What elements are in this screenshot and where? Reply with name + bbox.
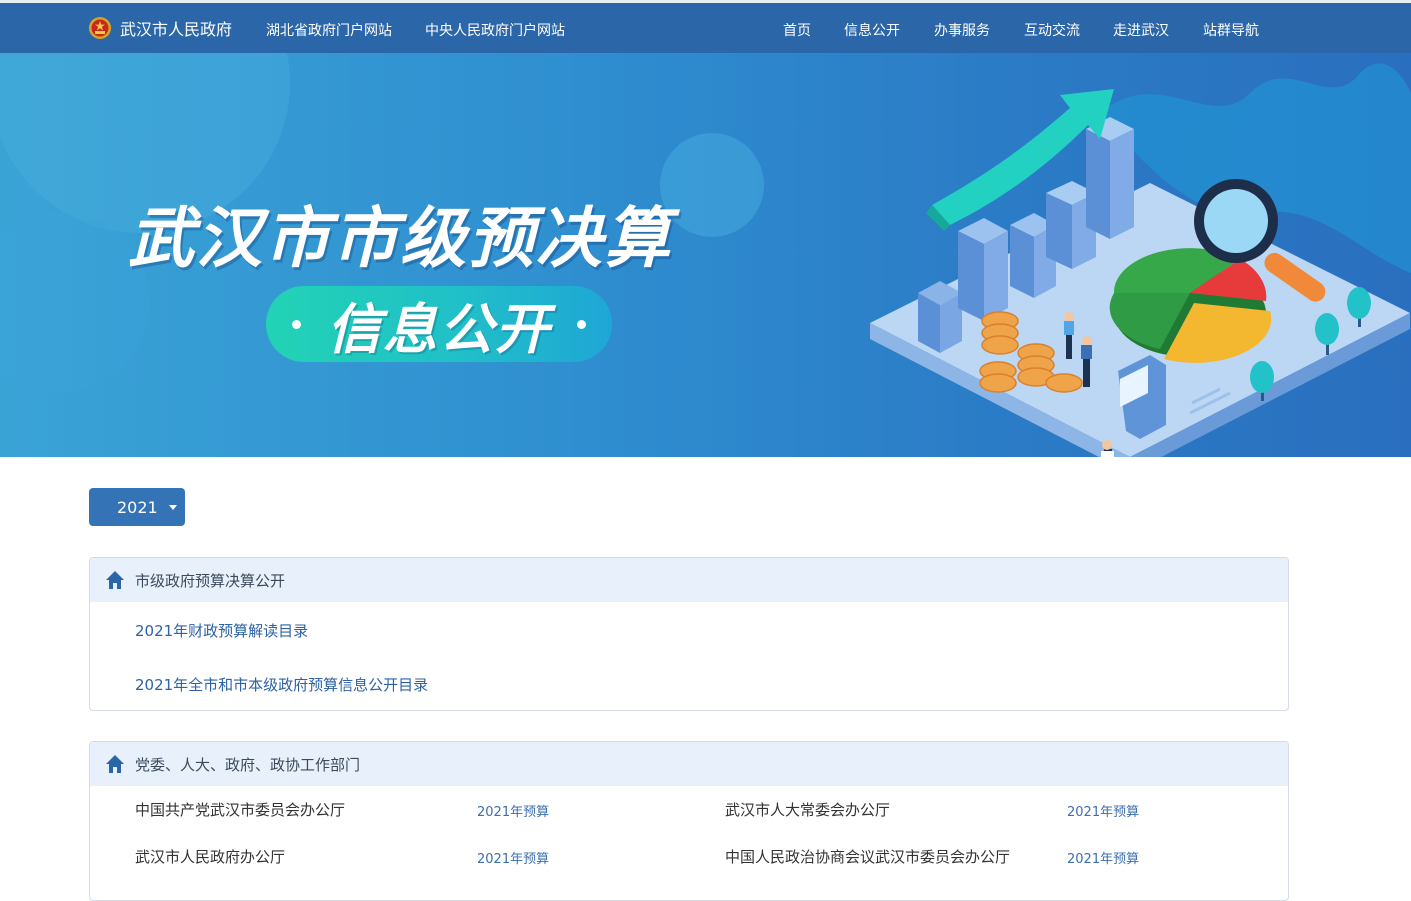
nav-site-group[interactable]: 站群导航: [1203, 20, 1259, 40]
home-icon: [106, 755, 124, 773]
panel-departments: 党委、人大、政府、政协工作部门 中国共产党武汉市委员会办公厅 2021年预算 武…: [89, 741, 1289, 901]
nav-about-wuhan[interactable]: 走进武汉: [1113, 20, 1169, 40]
panel-header: 党委、人大、政府、政协工作部门: [90, 742, 1288, 786]
year-value: 2021: [117, 497, 158, 517]
dot-icon: [577, 319, 586, 329]
national-emblem-icon: [89, 17, 111, 39]
nav-home[interactable]: 首页: [783, 20, 811, 40]
link-central-gov[interactable]: 中央人民政府门户网站: [425, 20, 565, 40]
panel-title: 党委、人大、政府、政协工作部门: [135, 755, 361, 774]
department-name: 中国共产党武汉市委员会办公厅: [135, 801, 346, 819]
department-name: 中国人民政治协商会议武汉市委员会办公厅: [725, 848, 1011, 866]
panel-title: 市级政府预算决算公开: [135, 571, 286, 590]
budget-link[interactable]: 2021年预算: [1067, 848, 1139, 867]
nav-info-disclosure[interactable]: 信息公开: [844, 20, 900, 40]
caret-down-icon: [169, 505, 177, 510]
top-navigation-bar: 武汉市人民政府 湖北省政府门户网站 中央人民政府门户网站 首页 信息公开 办事服…: [0, 0, 1411, 53]
panel-header: 市级政府预算决算公开: [90, 558, 1288, 602]
budget-link[interactable]: 2021年预算: [477, 801, 549, 820]
banner-subtitle-pill: 信息公开: [266, 286, 612, 362]
home-icon: [106, 571, 124, 589]
banner-title: 武汉市市级预决算: [128, 200, 672, 277]
site-name: 武汉市人民政府: [120, 20, 233, 39]
dot-icon: [292, 319, 301, 329]
panel-city-budget: 市级政府预算决算公开 2021年财政预算解读目录 2021年全市和市本级政府预算…: [89, 557, 1289, 711]
link-budget-disclosure-catalog[interactable]: 2021年全市和市本级政府预算信息公开目录: [135, 674, 428, 695]
link-hubei-gov[interactable]: 湖北省政府门户网站: [266, 20, 392, 40]
hero-banner: 武汉市市级预决算 信息公开: [0, 53, 1411, 457]
year-dropdown[interactable]: 2021: [89, 488, 185, 526]
budget-link[interactable]: 2021年预算: [1067, 801, 1139, 820]
nav-services[interactable]: 办事服务: [934, 20, 990, 40]
department-name: 武汉市人民政府办公厅: [135, 848, 286, 866]
banner-subtitle: 信息公开: [327, 297, 551, 361]
department-name: 武汉市人大常委会办公厅: [725, 801, 891, 819]
link-budget-interpretation[interactable]: 2021年财政预算解读目录: [135, 620, 308, 641]
budget-link[interactable]: 2021年预算: [477, 848, 549, 867]
nav-interaction[interactable]: 互动交流: [1024, 20, 1080, 40]
site-brand[interactable]: 武汉市人民政府: [88, 15, 232, 41]
